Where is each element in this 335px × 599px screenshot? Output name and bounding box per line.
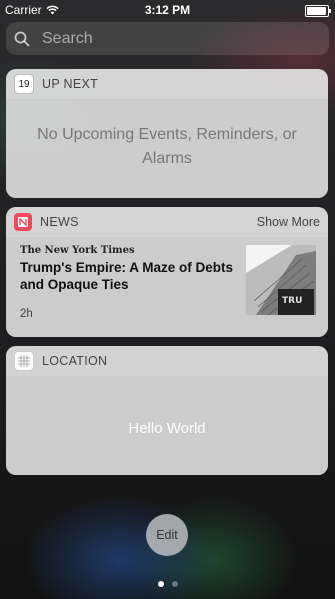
up-next-message: No Upcoming Events, Reminders, or Alarms: [37, 126, 297, 167]
news-title: NEWS: [40, 215, 79, 229]
status-time: 3:12 PM: [144, 3, 191, 17]
show-more-button[interactable]: Show More: [257, 215, 320, 229]
up-next-widget: 19 UP NEXT No Upcoming Events, Reminders…: [6, 69, 328, 198]
news-thumbnail: TRU: [246, 245, 316, 315]
calendar-date: 19: [18, 78, 30, 90]
up-next-header[interactable]: 19 UP NEXT: [6, 69, 328, 99]
news-header: NEWS Show More: [6, 207, 328, 237]
news-headline: Trump's Empire: A Maze of Debts and Opaq…: [20, 260, 233, 292]
location-content: Hello World: [128, 420, 206, 437]
news-app-icon: [14, 213, 32, 231]
news-article[interactable]: The New York Times Trump's Empire: A Maz…: [6, 237, 328, 337]
page-dot[interactable]: [171, 581, 178, 587]
thumbnail-sign-text: TRU: [282, 296, 302, 306]
location-widget: LOCATION Hello World: [6, 346, 328, 475]
up-next-body: No Upcoming Events, Reminders, or Alarms: [6, 99, 328, 198]
calendar-icon: 19: [14, 74, 34, 94]
search-icon: [14, 31, 30, 46]
page-dot[interactable]: [157, 581, 164, 587]
page-indicator[interactable]: [0, 581, 335, 587]
status-bar: Carrier 3:12 PM: [0, 0, 335, 20]
battery-level: [307, 7, 326, 15]
location-body: Hello World: [6, 376, 328, 475]
news-source-logo: The New York Times: [20, 245, 135, 256]
search-bar[interactable]: [6, 22, 329, 55]
search-input[interactable]: [40, 28, 304, 49]
news-widget: NEWS Show More The New York Times Trump'…: [6, 207, 328, 337]
grid-icon: [14, 351, 34, 371]
location-header: LOCATION: [6, 346, 328, 376]
edit-button[interactable]: Edit: [146, 514, 188, 556]
news-age: 2h: [20, 308, 33, 320]
up-next-title: UP NEXT: [42, 77, 99, 91]
battery-icon: [305, 5, 331, 17]
location-title: LOCATION: [42, 354, 108, 368]
